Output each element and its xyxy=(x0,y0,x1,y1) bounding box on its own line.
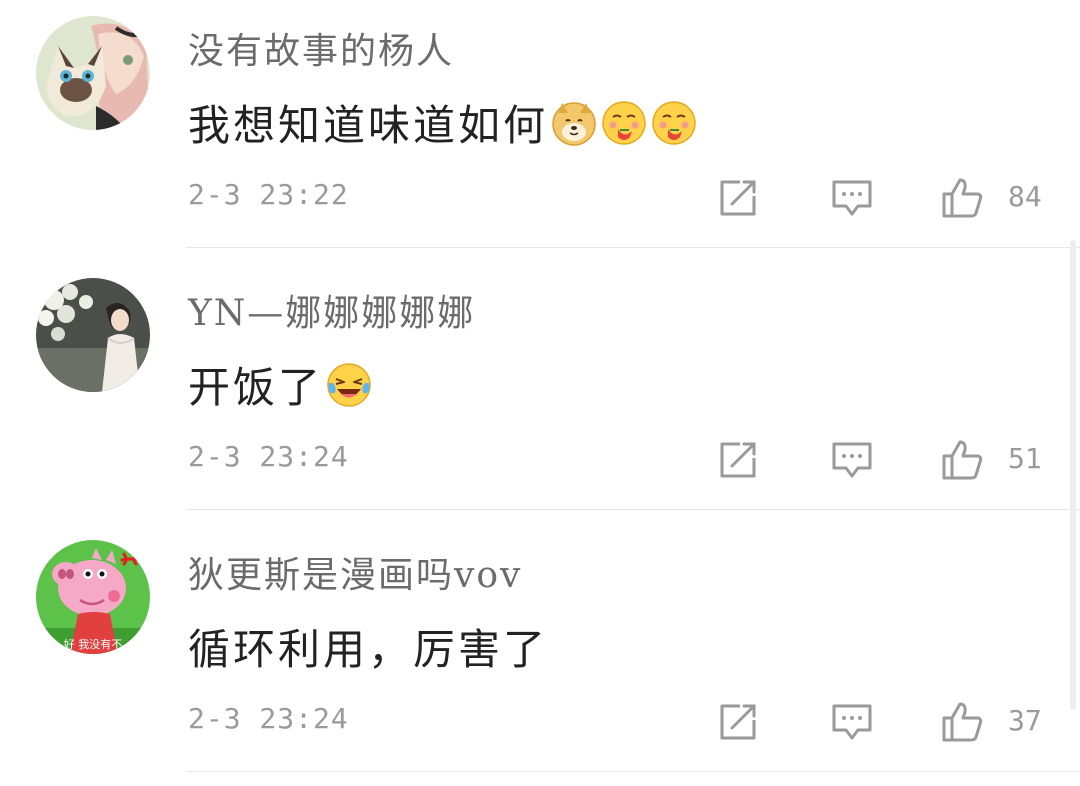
share-icon[interactable] xyxy=(716,700,760,744)
comment-item: 没有故事的杨人 我想知道味道如何 2-3 23:22 84 xyxy=(0,0,1080,262)
scrollbar[interactable] xyxy=(1070,240,1076,710)
like-count: 37 xyxy=(1008,704,1042,737)
comment-item: YN—娜娜娜娜娜 开饭了 2-3 23:24 51 xyxy=(0,262,1080,524)
comment-timestamp: 2-3 23:24 xyxy=(188,440,349,473)
yummy-emoji-icon xyxy=(602,100,646,145)
like-count: 84 xyxy=(1008,180,1042,213)
comment-text: 我想知道味道如何 xyxy=(188,101,549,150)
comment-username[interactable]: YN—娜娜娜娜娜 xyxy=(188,284,475,336)
divider xyxy=(186,247,1080,248)
thumbs-up-icon[interactable] xyxy=(940,700,984,744)
avatar[interactable] xyxy=(36,278,150,392)
comment-icon[interactable] xyxy=(830,700,874,744)
comment-text: 开饭了 xyxy=(188,363,324,412)
avatar-caption: 好 我没有不 xyxy=(64,637,123,651)
avatar[interactable] xyxy=(36,16,150,130)
comment-item: 好 我没有不 狄更斯是漫画吗vov 循环利用，厉害了 2-3 23:24 37 xyxy=(0,524,1080,786)
comment-text: 循环利用，厉害了 xyxy=(188,625,549,674)
comment-text-row: 开饭了 xyxy=(188,354,373,415)
divider xyxy=(186,771,1080,772)
comment-icon[interactable] xyxy=(830,176,874,220)
comment-text-row: 循环利用，厉害了 xyxy=(188,616,548,677)
avatar-image-peppa-pig: 好 我没有不 xyxy=(36,540,150,654)
comment-username[interactable]: 没有故事的杨人 xyxy=(188,22,454,74)
comment-timestamp: 2-3 23:22 xyxy=(188,178,349,211)
like-count: 51 xyxy=(1008,442,1042,475)
thumbs-up-icon[interactable] xyxy=(940,438,984,482)
doge-emoji-icon xyxy=(552,101,596,146)
comment-timestamp: 2-3 23:24 xyxy=(188,702,349,735)
thumbs-up-icon[interactable] xyxy=(940,176,984,220)
avatar-image-cat-girl xyxy=(36,16,150,130)
comment-text-row: 我想知道味道如何 xyxy=(188,92,698,153)
divider xyxy=(186,509,1080,510)
comment-username[interactable]: 狄更斯是漫画吗vov xyxy=(188,546,522,598)
avatar-image-woman-blossoms xyxy=(36,278,150,392)
comment-icon[interactable] xyxy=(830,438,874,482)
share-icon[interactable] xyxy=(716,176,760,220)
laugh-cry-emoji-icon xyxy=(327,362,371,407)
avatar[interactable]: 好 我没有不 xyxy=(36,540,150,654)
share-icon[interactable] xyxy=(716,438,760,482)
yummy-emoji-icon xyxy=(652,100,696,145)
